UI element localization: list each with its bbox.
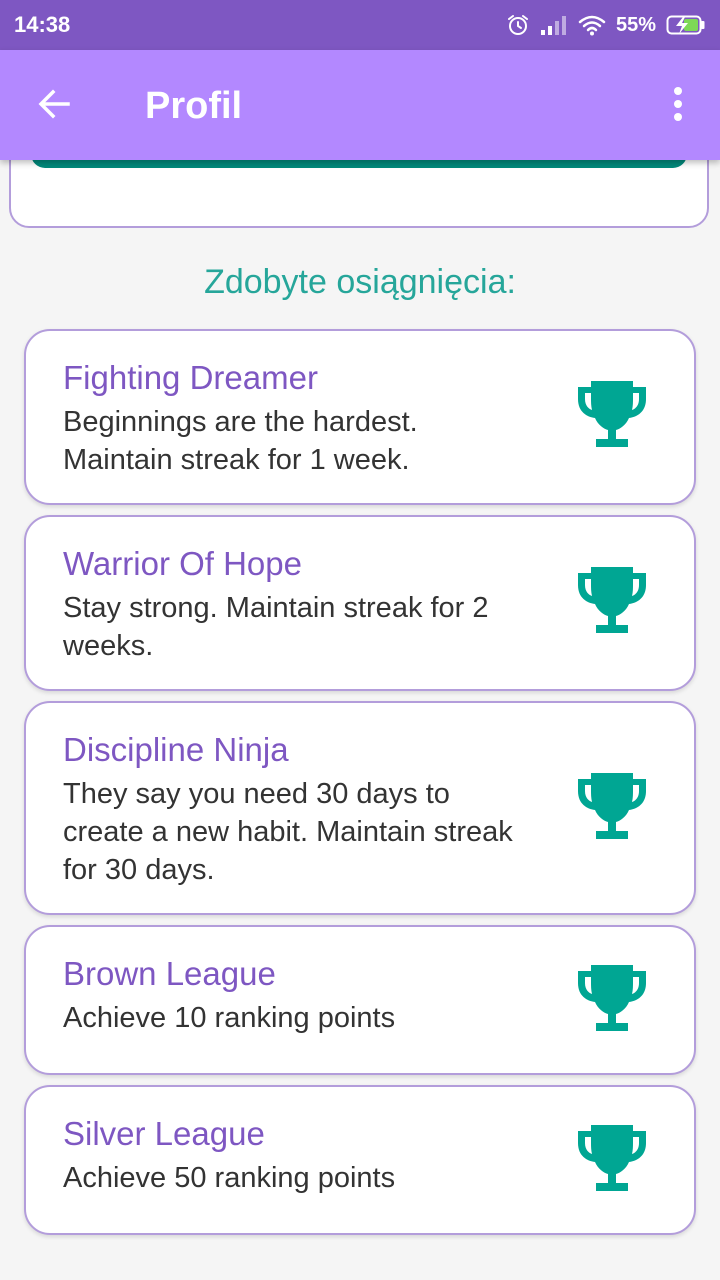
achievements-heading: Zdobyte osiągnięcia: [204, 263, 516, 301]
achievement-description: Stay strong. Maintain streak for 2 weeks… [63, 592, 489, 662]
arrow-back-icon [36, 86, 72, 127]
page-title: Profil [145, 85, 243, 127]
achievement-title: Discipline Ninja [63, 731, 289, 768]
trophy-icon [574, 771, 650, 847]
achievement-card: Discipline Ninja They say you need 30 da… [24, 701, 696, 915]
achievement-title: Warrior Of Hope [63, 545, 302, 582]
achievement-card: Fighting Dreamer Beginnings are the hard… [24, 329, 696, 505]
battery-charging-icon [666, 14, 706, 36]
trophy-icon [574, 565, 650, 641]
achievement-description: Achieve 10 ranking points [63, 1002, 396, 1034]
signal-icon [540, 14, 568, 36]
back-button[interactable] [26, 78, 82, 134]
battery-percentage: 55% [615, 14, 656, 36]
achievement-description: Beginnings are the hardest. Maintain str… [63, 406, 418, 476]
achievement-card: Brown League Achieve 10 ranking points [24, 925, 696, 1075]
overflow-menu-button[interactable] [658, 78, 698, 134]
achievement-title: Fighting Dreamer [63, 359, 318, 396]
achievement-title: Silver League [63, 1115, 265, 1152]
trophy-icon [574, 379, 650, 455]
achievement-description: Achieve 50 ranking points [63, 1162, 396, 1194]
achievement-card: Silver League Achieve 50 ranking points [24, 1085, 696, 1235]
status-time: 14:38 [14, 12, 71, 37]
achievement-card: Warrior Of Hope Stay strong. Maintain st… [24, 515, 696, 691]
wifi-icon [578, 14, 606, 36]
achievement-description: They say you need 30 days to create a ne… [63, 778, 513, 886]
status-icons: 55% [506, 10, 706, 40]
trophy-icon [574, 1123, 650, 1199]
alarm-icon [506, 13, 530, 37]
more-vertical-icon [672, 86, 684, 127]
bottom-spacer [0, 1240, 720, 1280]
status-bar: 14:38 55% [0, 0, 720, 50]
achievement-title: Brown League [63, 955, 276, 992]
app-bar: Profil [0, 50, 720, 160]
trophy-icon [574, 963, 650, 1039]
